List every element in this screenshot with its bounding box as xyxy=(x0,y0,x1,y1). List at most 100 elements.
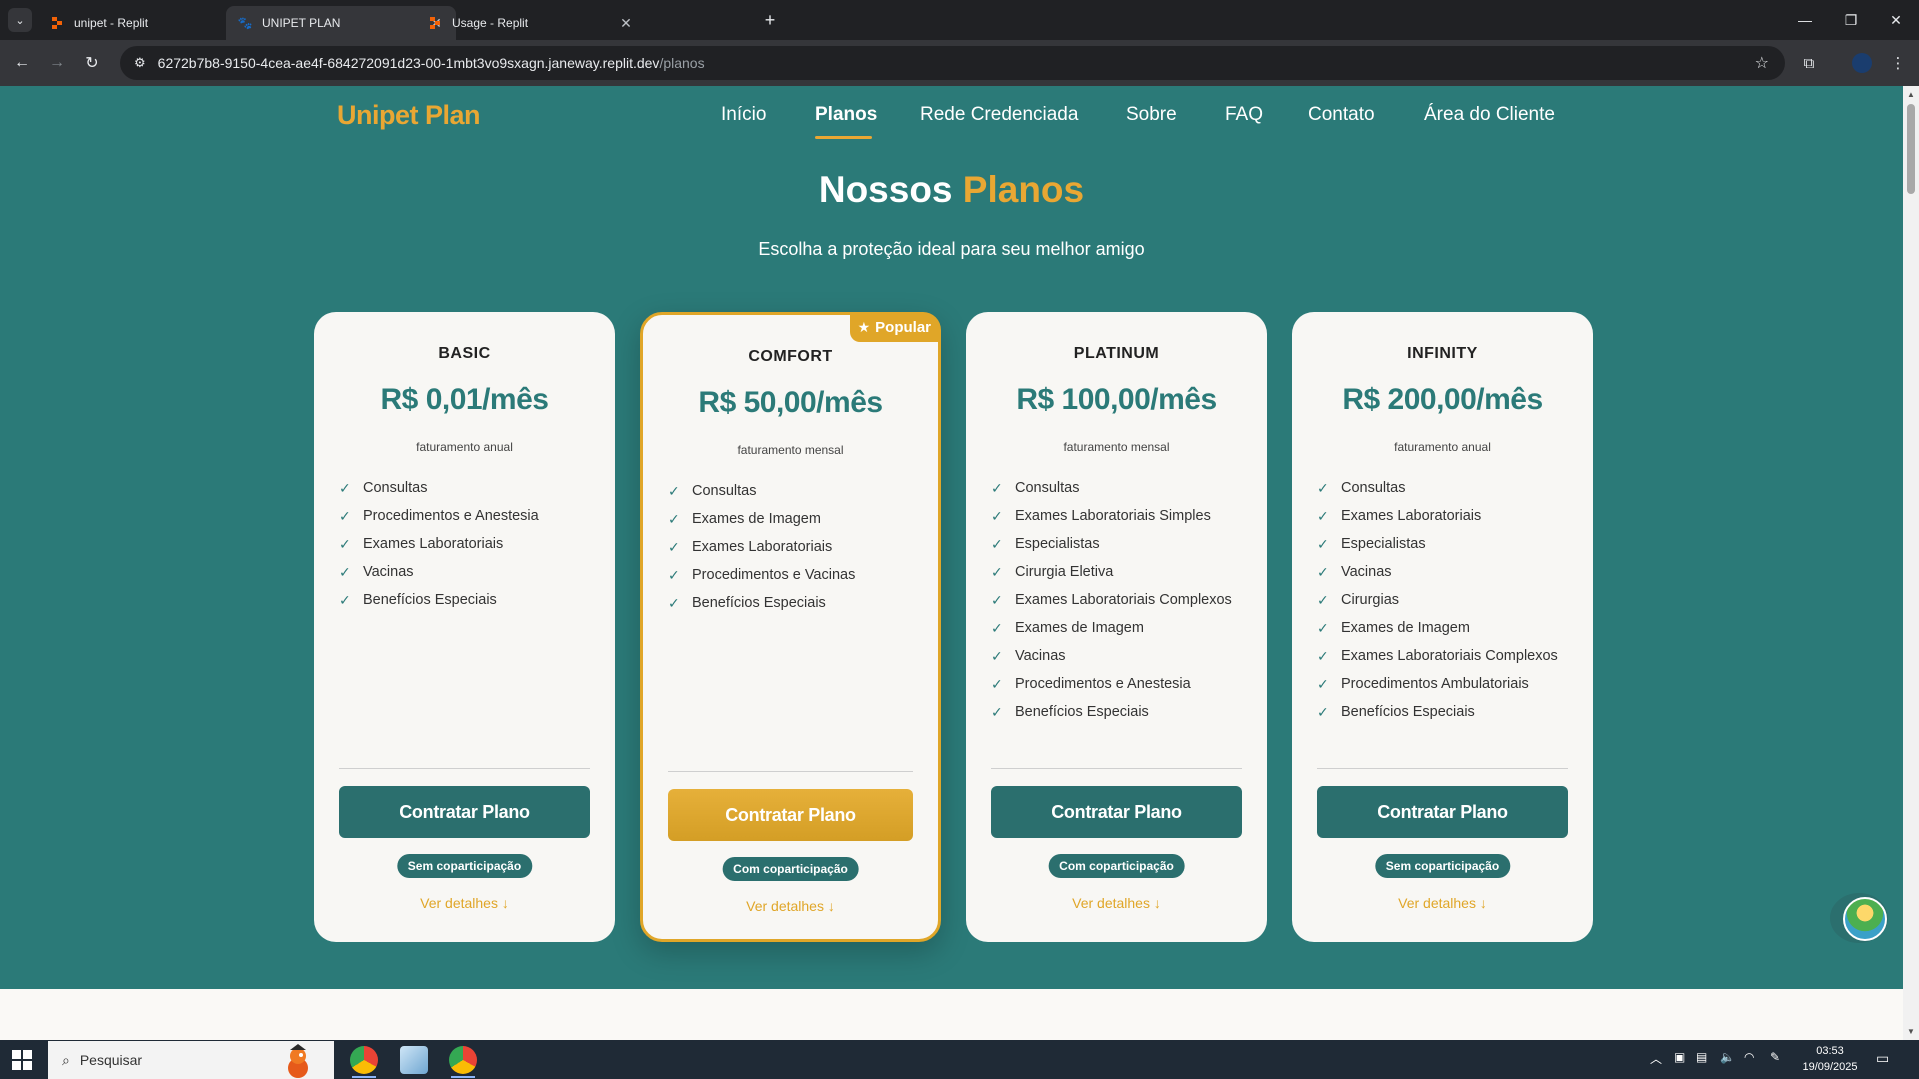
nav-contato[interactable]: Contato xyxy=(1308,104,1375,126)
page-title: Nossos Planos xyxy=(0,169,1903,211)
nav-active-underline xyxy=(815,136,872,139)
scroll-down-icon[interactable]: ▼ xyxy=(1907,1027,1915,1036)
menu-kebab-icon[interactable]: ⋮ xyxy=(1886,51,1910,75)
feature-label: Benefícios Especiais xyxy=(692,595,826,611)
bookmark-star-icon[interactable]: ☆ xyxy=(1755,53,1769,73)
feature-item: ✓ Consultas xyxy=(991,474,1232,502)
feature-label: Benefícios Especiais xyxy=(1341,704,1475,720)
active-app-indicator xyxy=(451,1076,475,1078)
tray-chevron-icon[interactable]: ︿ xyxy=(1650,1050,1662,1067)
profile-avatar-icon[interactable] xyxy=(1852,53,1872,73)
contratar-plano-button[interactable]: Contratar Plano xyxy=(339,786,590,838)
card-divider xyxy=(991,768,1242,769)
plan-price: R$ 200,00/mês xyxy=(1342,383,1543,416)
window-close-icon[interactable]: ✕ xyxy=(1873,0,1919,40)
back-arrow-icon[interactable]: ← xyxy=(10,51,34,75)
tray-device-icon[interactable]: ▣ xyxy=(1674,1050,1685,1064)
tray-meet-icon[interactable]: ▤ xyxy=(1696,1050,1707,1064)
tab-usage-replit[interactable]: Usage - Replit ✕ xyxy=(416,6,646,40)
plan-name: COMFORT xyxy=(748,348,833,365)
feature-list: ✓ Consultas ✓ Exames de Imagem ✓ Exames Lab… xyxy=(668,477,855,617)
taskbar-clock[interactable]: 03:53 19/09/2025 xyxy=(1795,1043,1865,1075)
plan-billing: faturamento mensal xyxy=(737,443,844,457)
check-icon: ✓ xyxy=(991,479,1003,496)
check-icon: ✓ xyxy=(1317,479,1329,496)
extensions-puzzle-icon[interactable]: ⧉ xyxy=(1797,51,1821,75)
ver-detalhes-link[interactable]: Ver detalhes ↓ xyxy=(314,895,615,911)
title-main: Nossos xyxy=(818,169,953,210)
check-icon: ✓ xyxy=(1317,675,1329,692)
feature-label: Especialistas xyxy=(1341,536,1426,552)
notification-icon[interactable]: ▭ xyxy=(1876,1050,1889,1067)
page-subtitle: Escolha a proteção ideal para seu melhor… xyxy=(758,239,1145,259)
replit-icon xyxy=(50,16,64,30)
site-info-icon[interactable]: ⚙ xyxy=(134,55,146,71)
chrome-alt-taskbar-icon[interactable] xyxy=(449,1046,477,1074)
check-icon: ✓ xyxy=(339,535,351,552)
network-icon[interactable]: ◠ xyxy=(1744,1050,1754,1064)
chat-avatar-icon[interactable] xyxy=(1843,897,1887,941)
check-icon: ✓ xyxy=(339,507,351,524)
pen-icon[interactable]: ✎ xyxy=(1770,1050,1780,1064)
new-tab-plus-icon[interactable]: + xyxy=(758,8,782,32)
scroll-up-icon[interactable]: ▲ xyxy=(1907,90,1915,99)
address-bar[interactable]: ⚙ 6272b7b8-9150-4cea-ae4f-684272091d23-0… xyxy=(120,46,1785,80)
feature-label: Vacinas xyxy=(1341,564,1392,580)
ver-detalhes-link[interactable]: Ver detalhes ↓ xyxy=(643,898,938,914)
url-path: /planos xyxy=(659,55,705,71)
notepad-taskbar-icon[interactable] xyxy=(400,1046,428,1074)
tab-title: Usage - Replit xyxy=(452,16,529,30)
ver-detalhes-link[interactable]: Ver detalhes ↓ xyxy=(1292,895,1593,911)
contratar-plano-button[interactable]: Contratar Plano xyxy=(1317,786,1568,838)
nav-planos[interactable]: Planos xyxy=(815,104,877,126)
ver-detalhes-link[interactable]: Ver detalhes ↓ xyxy=(966,895,1267,911)
chrome-taskbar-icon[interactable] xyxy=(350,1046,378,1074)
page-viewport: Unipet Plan Início Planos Rede Credencia… xyxy=(0,86,1903,1040)
contratar-plano-button[interactable]: Contratar Plano xyxy=(991,786,1242,838)
check-icon: ✓ xyxy=(339,591,351,608)
volume-icon[interactable]: 🔈 xyxy=(1720,1050,1735,1064)
feature-item: ✓ Benefícios Especiais xyxy=(1317,698,1558,726)
feature-item: ✓ Procedimentos e Anestesia xyxy=(339,502,539,530)
feature-label: Vacinas xyxy=(363,564,414,580)
tab-search-chevron-icon[interactable]: ⌄ xyxy=(8,8,32,32)
parrot-mascot-icon xyxy=(288,1044,308,1078)
feature-item: ✓ Especialistas xyxy=(1317,530,1558,558)
feature-list: ✓ Consultas ✓ Exames Laboratoriais Simples… xyxy=(991,474,1232,726)
check-icon: ✓ xyxy=(991,675,1003,692)
minimize-icon[interactable]: — xyxy=(1782,0,1828,40)
feature-item: ✓ Procedimentos e Anestesia xyxy=(991,670,1232,698)
contratar-plano-button[interactable]: Contratar Plano xyxy=(668,789,913,841)
plan-price: R$ 100,00/mês xyxy=(1016,383,1217,416)
nav-sobre[interactable]: Sobre xyxy=(1126,104,1177,126)
copart-badge: Com coparticipação xyxy=(722,857,859,881)
windows-start-icon[interactable] xyxy=(12,1050,32,1070)
copart-badge: Com coparticipação xyxy=(1048,854,1185,878)
check-icon: ✓ xyxy=(668,594,680,611)
restore-icon[interactable]: ❐ xyxy=(1828,0,1874,40)
nav-faq[interactable]: FAQ xyxy=(1225,104,1263,126)
check-icon: ✓ xyxy=(668,538,680,555)
star-icon: ★ xyxy=(857,318,871,335)
feature-label: Cirurgia Eletiva xyxy=(1015,564,1114,580)
nav-inicio[interactable]: Início xyxy=(721,104,766,126)
plan-card-comfort: ★ Popular COMFORT R$ 50,00/mês faturament… xyxy=(640,312,941,942)
feature-label: Exames Laboratoriais xyxy=(363,536,504,552)
nav-area-do-cliente[interactable]: Área do Cliente xyxy=(1424,104,1555,126)
scrollbar-thumb[interactable] xyxy=(1907,104,1915,194)
site-logo[interactable]: Unipet Plan xyxy=(337,100,481,131)
nav-rede-credenciada[interactable]: Rede Credenciada xyxy=(920,104,1078,126)
title-accent: Planos xyxy=(962,169,1085,210)
reload-icon[interactable]: ↻ xyxy=(80,51,104,75)
plan-billing: faturamento mensal xyxy=(1063,440,1170,454)
close-icon[interactable]: ✕ xyxy=(618,15,634,32)
page-scrollbar[interactable]: ▲ ▼ xyxy=(1903,86,1919,1040)
plan-card-platinum: PLATINUM R$ 100,00/mês faturamento mensa… xyxy=(966,312,1267,942)
feature-label: Consultas xyxy=(692,483,757,499)
feature-item: ✓ Vacinas xyxy=(1317,558,1558,586)
feature-item: ✓ Vacinas xyxy=(991,642,1232,670)
feature-item: ✓ Benefícios Especiais xyxy=(339,586,539,614)
feature-item: ✓ Especialistas xyxy=(991,530,1232,558)
forward-arrow-icon[interactable]: → xyxy=(45,51,69,75)
feature-item: ✓ Consultas xyxy=(1317,474,1558,502)
